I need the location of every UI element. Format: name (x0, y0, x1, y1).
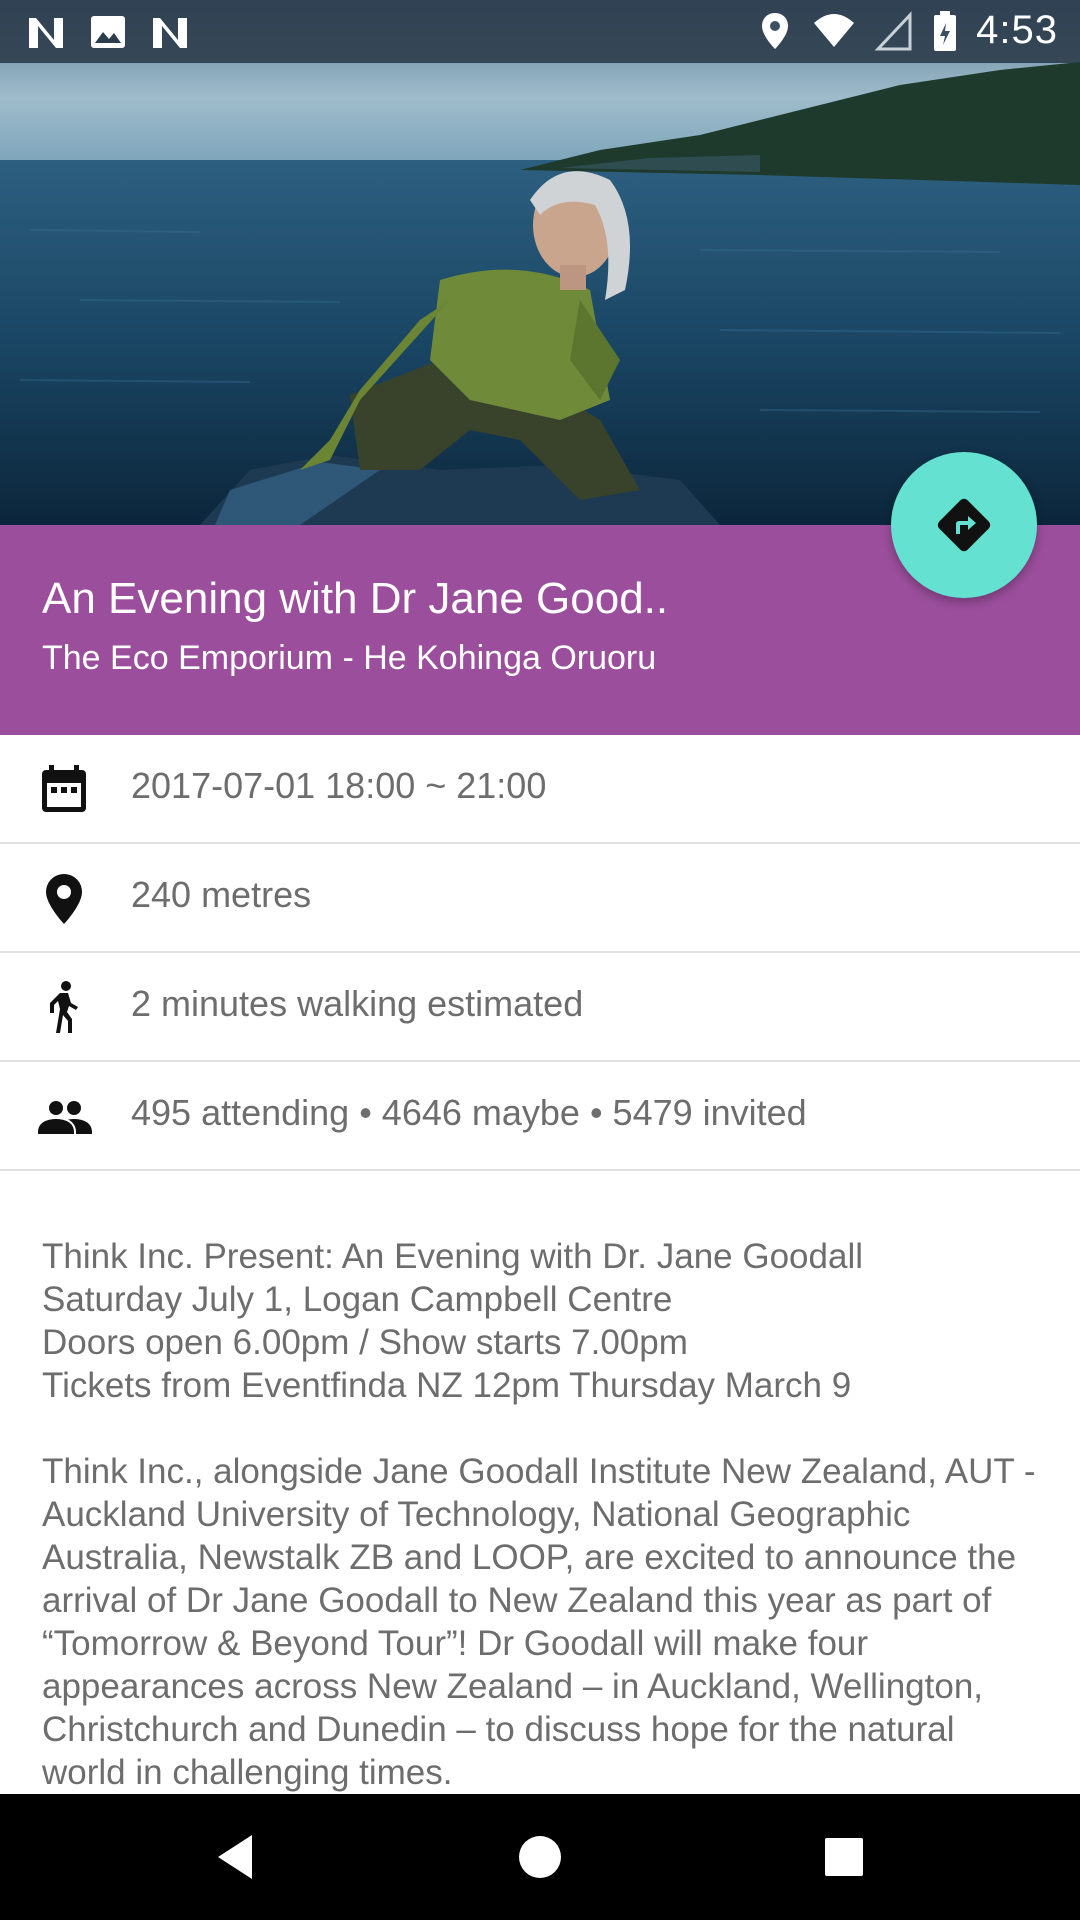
location-icon (762, 12, 789, 49)
people-icon (36, 1088, 92, 1144)
event-info-list: 2017-07-01 18:00 ~ 21:00 240 metres 2 mi… (0, 735, 1080, 1171)
directions-button[interactable] (891, 452, 1037, 598)
description-paragraph: Think Inc. Present: An Evening with Dr. … (42, 1237, 863, 1405)
signal-icon (874, 10, 912, 50)
event-description: Think Inc. Present: An Evening with Dr. … (42, 1235, 1042, 1837)
navigation-bar (0, 1794, 1080, 1920)
directions-icon (937, 498, 991, 552)
image-notification-icon (91, 16, 125, 48)
location-pin-icon (36, 870, 92, 926)
distance-text: 240 metres (131, 874, 312, 915)
date-text: 2017-07-01 18:00 ~ 21:00 (131, 765, 547, 806)
walking-row[interactable]: 2 minutes walking estimated (0, 953, 1080, 1062)
event-cover-photo (0, 0, 1080, 525)
status-bar: 4:53 (0, 0, 1080, 63)
battery-icon (934, 10, 957, 51)
back-icon[interactable] (206, 1827, 266, 1887)
event-venue: The Eco Emporium - He Kohinga Oruoru (42, 639, 657, 677)
n-notification-icon (29, 18, 63, 48)
event-title: An Evening with Dr Jane Good.. (42, 574, 669, 623)
home-icon[interactable] (510, 1827, 570, 1887)
calendar-icon (36, 761, 92, 817)
recents-icon[interactable] (814, 1827, 874, 1887)
n-notification-icon (153, 18, 187, 48)
walking-icon (36, 979, 92, 1035)
attendance-row[interactable]: 495 attending • 4646 maybe • 5479 invite… (0, 1062, 1080, 1171)
distance-row[interactable]: 240 metres (0, 844, 1080, 953)
status-time: 4:53 (976, 8, 1058, 52)
wifi-icon (814, 13, 855, 47)
attendance-text: 495 attending • 4646 maybe • 5479 invite… (131, 1092, 807, 1133)
walking-text: 2 minutes walking estimated (131, 983, 584, 1024)
description-paragraph: Think Inc., alongside Jane Goodall Insti… (42, 1452, 1036, 1792)
date-row[interactable]: 2017-07-01 18:00 ~ 21:00 (0, 735, 1080, 844)
event-detail-screen: 4:53 An Evening with Dr Jane Good.. The … (0, 0, 1080, 1920)
